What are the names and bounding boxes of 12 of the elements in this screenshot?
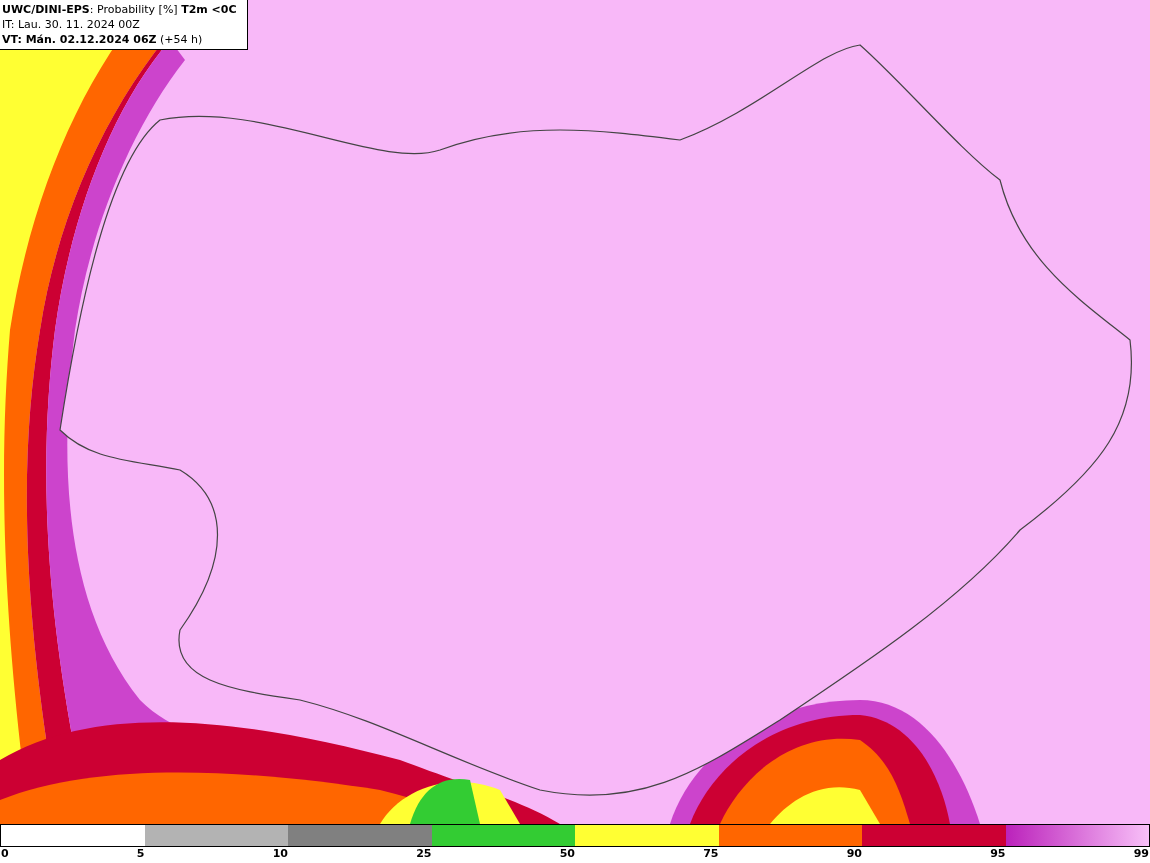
legend-label: 5 — [136, 847, 145, 861]
header-text: VT: Mán. 02.12.2024 06Z (+54 h) — [2, 32, 204, 47]
legend-label: 75 — [703, 847, 719, 861]
legend-label: 25 — [416, 847, 432, 861]
legend-label: 10 — [272, 847, 288, 861]
header-text: UWC/DINI-EPS: Probability [%] T2m <0C — [2, 2, 237, 17]
legend-label: 99 — [1133, 847, 1149, 861]
header-text: IT: Lau. 30. 11. 2024 00Z — [2, 17, 141, 32]
legend-label: 0 — [1, 847, 9, 861]
legend-label: 95 — [990, 847, 1006, 861]
legend-label: 50 — [559, 847, 575, 861]
legend-label: 90 — [846, 847, 862, 861]
